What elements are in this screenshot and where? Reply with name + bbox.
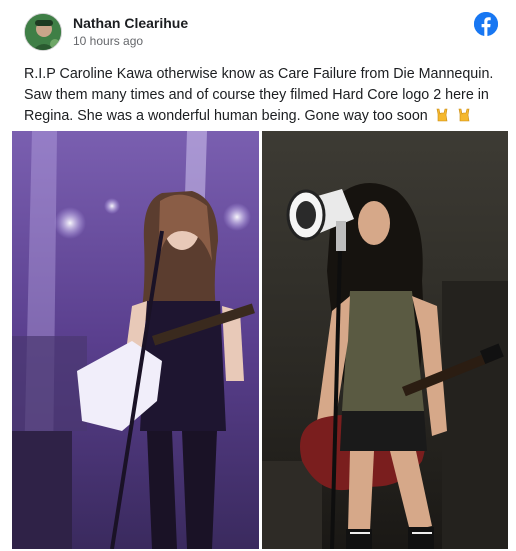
facebook-post: Nathan Clearihue 10 hours ago R.I.P Caro…	[0, 0, 516, 551]
avatar[interactable]	[24, 13, 62, 51]
post-body: R.I.P Caroline Kawa otherwise know as Ca…	[24, 64, 494, 127]
photo-grid	[12, 131, 508, 549]
post-timestamp[interactable]: 10 hours ago	[73, 34, 143, 48]
author-name[interactable]: Nathan Clearihue	[73, 15, 188, 31]
sign-of-the-horns-emoji	[457, 107, 472, 122]
post-header: Nathan Clearihue 10 hours ago	[24, 12, 504, 54]
sign-of-the-horns-emoji	[435, 107, 450, 122]
facebook-icon[interactable]	[474, 12, 498, 36]
post-text: R.I.P Caroline Kawa otherwise know as Ca…	[24, 66, 494, 124]
photo-left[interactable]	[12, 131, 259, 549]
photo-right[interactable]	[262, 131, 508, 549]
